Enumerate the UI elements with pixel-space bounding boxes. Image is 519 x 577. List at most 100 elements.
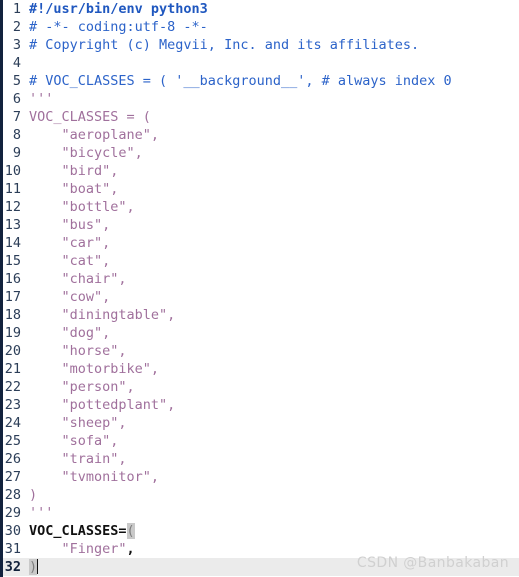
code-line[interactable]: 26 "train", — [0, 450, 519, 468]
code-editor[interactable]: 1 #!/usr/bin/env python3 2 # -*- coding:utf… — [0, 0, 519, 577]
line-number: 16 — [4, 271, 21, 287]
code-line-content[interactable]: # Copyright (c) Megvii, Inc. and its aff… — [25, 36, 419, 54]
line-number: 15 — [4, 253, 21, 269]
code-token-comment: # Copyright (c) Megvii, Inc. and its aff… — [29, 37, 420, 53]
line-number: 25 — [4, 433, 21, 449]
code-line[interactable]: 20 "horse", — [0, 342, 519, 360]
code-token-str: "Finger" — [61, 541, 127, 557]
editor-left-edge-strip — [0, 0, 3, 577]
code-token-plain: VOC_CLASSES= — [29, 523, 127, 539]
line-number: 22 — [4, 379, 21, 395]
line-number: 3 — [12, 37, 21, 53]
line-number: 7 — [12, 109, 21, 125]
line-number: 6 — [12, 91, 21, 107]
code-token-doc: "horse", — [29, 343, 127, 359]
code-line[interactable]: 11 "boat", — [0, 180, 519, 198]
code-line[interactable]: 14 "car", — [0, 234, 519, 252]
code-line-content[interactable]: VOC_CLASSES=( — [25, 522, 135, 540]
code-line-content[interactable]: "chair", — [25, 270, 127, 288]
line-number: 5 — [12, 73, 21, 89]
code-token-doc: "sofa", — [29, 433, 119, 449]
code-line[interactable]: 10 "bird", — [0, 162, 519, 180]
code-line[interactable]: 6 ''' — [0, 90, 519, 108]
code-line-content[interactable]: "car", — [25, 234, 111, 252]
code-token-doc: "train", — [29, 451, 127, 467]
code-line-content[interactable]: "cat", — [25, 252, 111, 270]
line-number: 21 — [4, 361, 21, 377]
code-token-doc: "bus", — [29, 217, 111, 233]
code-token-doc: ) — [29, 487, 38, 503]
code-line-content[interactable]: "diningtable", — [25, 306, 176, 324]
code-token-doc: "bird", — [29, 163, 119, 179]
code-line[interactable]: 19 "dog", — [0, 324, 519, 342]
code-token-bracket-match: ( — [126, 523, 135, 539]
line-number: 1 — [12, 1, 21, 17]
code-token-doc: "person", — [29, 379, 135, 395]
code-line-content[interactable]: "person", — [25, 378, 135, 396]
code-token-doc: ''' — [29, 91, 54, 107]
line-number: 10 — [4, 163, 21, 179]
code-line[interactable]: 29 ''' — [0, 504, 519, 522]
code-line[interactable]: 2 # -*- coding:utf-8 -*- — [0, 18, 519, 36]
line-number: 31 — [4, 541, 21, 557]
code-line[interactable]: 21 "motorbike", — [0, 360, 519, 378]
code-line-content[interactable]: "horse", — [25, 342, 127, 360]
code-token-doc: VOC_CLASSES = ( — [29, 109, 151, 125]
code-line[interactable]: 7 VOC_CLASSES = ( — [0, 108, 519, 126]
code-line-content[interactable]: "dog", — [25, 324, 111, 342]
code-line[interactable]: 24 "sheep", — [0, 414, 519, 432]
code-line-content[interactable]: "bird", — [25, 162, 119, 180]
code-line[interactable]: 22 "person", — [0, 378, 519, 396]
code-line[interactable]: 16 "chair", — [0, 270, 519, 288]
code-line-content[interactable]: # -*- coding:utf-8 -*- — [25, 18, 208, 36]
code-line[interactable]: 5 # VOC_CLASSES = ( '__background__', # a… — [0, 72, 519, 90]
code-line-content[interactable]: "tvmonitor", — [25, 468, 160, 486]
code-line-content[interactable]: "bus", — [25, 216, 111, 234]
code-line-content[interactable]: "Finger", — [25, 540, 135, 558]
code-line-content[interactable]: "pottedplant", — [25, 396, 176, 414]
code-line-content[interactable]: "bicycle", — [25, 144, 143, 162]
line-number: 28 — [4, 487, 21, 503]
code-line-content[interactable]: "aeroplane", — [25, 126, 160, 144]
code-line[interactable]: 12 "bottle", — [0, 198, 519, 216]
code-line[interactable]: 17 "cow", — [0, 288, 519, 306]
code-line[interactable]: 23 "pottedplant", — [0, 396, 519, 414]
code-token-doc: ''' — [29, 505, 54, 521]
code-line-content[interactable]: "motorbike", — [25, 360, 160, 378]
code-line-content[interactable]: "boat", — [25, 180, 119, 198]
code-line-content[interactable]: ) — [25, 558, 39, 576]
code-line-content[interactable]: "bottle", — [25, 198, 135, 216]
code-token-doc: "tvmonitor", — [29, 469, 160, 485]
code-line-content[interactable]: "sheep", — [25, 414, 127, 432]
code-line[interactable]: 15 "cat", — [0, 252, 519, 270]
code-line-content[interactable]: ''' — [25, 504, 53, 522]
code-line[interactable]: 13 "bus", — [0, 216, 519, 234]
code-token-doc: "pottedplant", — [29, 397, 176, 413]
line-number: 2 — [12, 19, 21, 35]
code-line-content[interactable]: "sofa", — [25, 432, 119, 450]
code-line-content[interactable]: "cow", — [25, 288, 111, 306]
code-line[interactable]: 30 VOC_CLASSES=( — [0, 522, 519, 540]
code-token-doc: "boat", — [29, 181, 119, 197]
code-line[interactable]: 9 "bicycle", — [0, 144, 519, 162]
code-line-content[interactable]: ''' — [25, 90, 53, 108]
code-token-doc: "aeroplane", — [29, 127, 160, 143]
code-line-content[interactable]: VOC_CLASSES = ( — [25, 108, 151, 126]
watermark: CSDN @Banbakaban — [356, 555, 509, 571]
code-line[interactable]: 25 "sofa", — [0, 432, 519, 450]
code-line[interactable]: 8 "aeroplane", — [0, 126, 519, 144]
code-line-content[interactable]: # VOC_CLASSES = ( '__background__', # al… — [25, 72, 452, 90]
code-line[interactable]: 4 — [0, 54, 519, 72]
code-line-content[interactable]: ) — [25, 486, 37, 504]
code-line[interactable]: 27 "tvmonitor", — [0, 468, 519, 486]
code-lines-container[interactable]: 1 #!/usr/bin/env python3 2 # -*- coding:utf… — [0, 0, 519, 577]
line-number: 11 — [4, 181, 21, 197]
code-line[interactable]: 3 # Copyright (c) Megvii, Inc. and its af… — [0, 36, 519, 54]
line-number: 18 — [4, 307, 21, 323]
code-line-content[interactable]: #!/usr/bin/env python3 — [25, 0, 208, 18]
code-line[interactable]: 28) — [0, 486, 519, 504]
code-line[interactable]: 18 "diningtable", — [0, 306, 519, 324]
code-line[interactable]: 1 #!/usr/bin/env python3 — [0, 0, 519, 18]
code-line-content[interactable]: "train", — [25, 450, 127, 468]
